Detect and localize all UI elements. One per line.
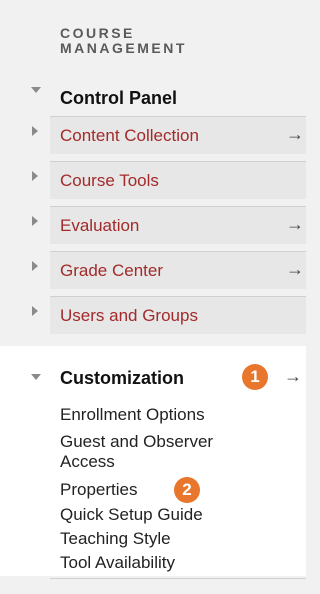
submenu-item-properties[interactable]: Properties xyxy=(60,480,137,500)
collapsed-triangle-icon xyxy=(32,171,38,181)
section-title-line1: COURSE xyxy=(60,25,135,41)
right-arrow-icon: → xyxy=(286,124,304,144)
menu-item-label: Course Tools xyxy=(60,171,159,190)
menu-item-users-and-groups[interactable]: Users and Groups xyxy=(32,296,306,334)
expand-triangle-icon xyxy=(31,374,41,380)
submenu-item-guest-and-observer-access[interactable]: Guest and Observer Access xyxy=(60,432,260,472)
collapsed-triangle-icon xyxy=(32,261,38,271)
collapsed-triangle-icon xyxy=(32,126,38,136)
menu-item-evaluation[interactable]: Evaluation → xyxy=(32,206,306,244)
section-title: COURSE MANAGEMENT xyxy=(60,26,187,56)
customization-panel: Customization 1 → Enrollment Options Gue… xyxy=(0,346,306,576)
menu-item-label: Content Collection xyxy=(60,126,199,145)
submenu-item-quick-setup-guide[interactable]: Quick Setup Guide xyxy=(60,505,203,525)
menu-item-label: Evaluation xyxy=(60,216,140,235)
step-badge-1: 1 xyxy=(242,364,268,390)
expand-triangle-icon xyxy=(31,87,41,93)
control-panel-label: Control Panel xyxy=(60,88,178,108)
right-arrow-icon[interactable]: → xyxy=(284,366,302,387)
submenu-item-teaching-style[interactable]: Teaching Style xyxy=(60,529,171,549)
right-arrow-icon: → xyxy=(286,259,304,279)
customization-label[interactable]: Customization xyxy=(60,368,184,389)
section-title-line2: MANAGEMENT xyxy=(60,40,187,56)
submenu-item-enrollment-options[interactable]: Enrollment Options xyxy=(60,405,205,425)
menu-item-grade-center[interactable]: Grade Center → xyxy=(32,251,306,289)
menu-item-label: Grade Center xyxy=(60,261,163,280)
menu-item-label: Users and Groups xyxy=(60,306,198,325)
collapsed-triangle-icon xyxy=(32,216,38,226)
step-badge-2: 2 xyxy=(174,477,200,503)
right-arrow-icon: → xyxy=(286,214,304,234)
control-panel-header[interactable]: Control Panel xyxy=(0,78,306,118)
submenu-item-tool-availability[interactable]: Tool Availability xyxy=(60,553,175,573)
menu-item-content-collection[interactable]: Content Collection → xyxy=(32,116,306,154)
divider xyxy=(50,578,306,579)
menu-item-course-tools[interactable]: Course Tools xyxy=(32,161,306,199)
collapsed-triangle-icon xyxy=(32,306,38,316)
